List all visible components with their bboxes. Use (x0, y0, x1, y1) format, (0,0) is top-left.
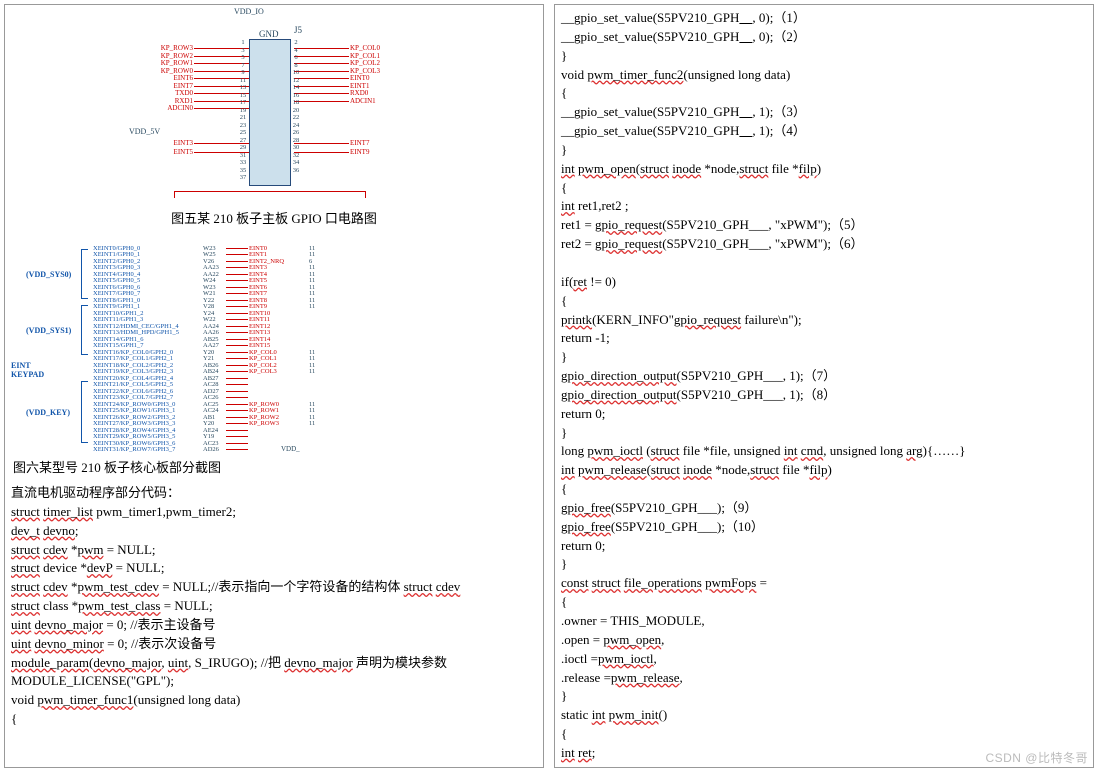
right-code-line-16: printk(KERN_INFO"gpio_request failure\n"… (561, 311, 1087, 330)
pin-right-adcin1: ADCIN1 (294, 98, 377, 105)
left-code-line-6: uint devno_major = 0; //表示主设备号 (11, 616, 537, 635)
right-code-line-27: gpio_free(S5PV210_GPH___);（10） (561, 518, 1087, 537)
left-code-line-11: { (11, 710, 537, 729)
watermark: CSDN @比特冬哥 (985, 749, 1088, 766)
right-code-line-15: { (561, 292, 1087, 311)
bracket-vdd_key: (VDD_KEY) (81, 381, 88, 443)
right-code-line-33: .open = pwm_open, (561, 631, 1087, 650)
schematic-2: EINTKEYPAD VDD_ (VDD_SYS0)(VDD_SYS1)(VDD… (71, 233, 491, 453)
right-code-line-14: if(ret != 0) (561, 273, 1087, 292)
right-code-line-35: .release =pwm_release, (561, 669, 1087, 688)
arrow-bar (174, 191, 366, 198)
pin-left-kp_row1: KP_ROW1 (160, 60, 249, 67)
bracket-vdd_sys1: (VDD_SYS1) (81, 305, 88, 355)
right-code-line-9: { (561, 179, 1087, 198)
label-vdd-5v: VDD_5V (129, 127, 160, 136)
right-code-line-25: { (561, 480, 1087, 499)
right-code-line-24: int pwm_release(struct inode *node,struc… (561, 461, 1087, 480)
right-code-line-26: gpio_free(S5PV210_GPH___);（9） (561, 499, 1087, 518)
pin-right-eint9: EINT9 (294, 149, 370, 156)
right-code-line-18: } (561, 348, 1087, 367)
right-code-line-22: } (561, 424, 1087, 443)
right-code-line-38: { (561, 725, 1087, 744)
right-code-line-29: } (561, 555, 1087, 574)
right-code-line-2: } (561, 47, 1087, 66)
right-code-block: __gpio_set_value(S5PV210_GPH , 0);（1） __… (561, 9, 1087, 763)
right-code-line-13 (561, 254, 1087, 273)
label-gnd: GND (259, 29, 279, 39)
right-code-line-4: { (561, 84, 1087, 103)
caption-fig6: 图六某型号 210 板子核心板部分截图 (13, 457, 537, 476)
left-code-line-3: struct device *devP = NULL; (11, 559, 537, 578)
left-code-line-1: dev_t devno; (11, 522, 537, 541)
right-code-line-0: __gpio_set_value(S5PV210_GPH , 0);（1） (561, 9, 1087, 28)
left-code-line-8: module_param(devno_major, uint, S_IRUGO)… (11, 654, 537, 673)
pin-right-eint0: EINT0 (294, 75, 370, 82)
left-column: VDD_IO GND J5 VDD_5V KP_ROW3KP_ROW2KP_RO… (4, 4, 544, 768)
right-code-line-37: static int pwm_init() (561, 706, 1087, 725)
left-code-line-7: uint devno_minor = 0; //表示次设备号 (11, 635, 537, 654)
net-row-31: XEINT31/KP_ROW7/GPH3_7AD26 (93, 447, 309, 453)
page-columns: VDD_IO GND J5 VDD_5V KP_ROW3KP_ROW2KP_RO… (4, 4, 1096, 768)
right-code-line-6: __gpio_set_value(S5PV210_GPH , 1);（4） (561, 122, 1087, 141)
label-j5: J5 (294, 25, 302, 35)
right-code-line-3: void pwm_timer_func2(unsigned long data) (561, 66, 1087, 85)
left-code-line-4: struct cdev *pwm_test_cdev = NULL;//表示指向… (11, 578, 537, 597)
pin-right-kp_col0: KP_COL0 (294, 45, 381, 52)
right-code-line-32: .owner = THIS_MODULE, (561, 612, 1087, 631)
right-code-line-21: return 0; (561, 405, 1087, 424)
pin-left-kp_row3: KP_ROW3 (160, 45, 249, 52)
right-code-line-31: { (561, 593, 1087, 612)
right-code-line-28: return 0; (561, 537, 1087, 556)
right-code-line-12: ret2 = gpio_request(S5PV210_GPH___, "xPW… (561, 235, 1087, 254)
pin-right-rxd0: RXD0 (294, 90, 369, 97)
right-code-line-8: int pwm_open(struct inode *node,struct f… (561, 160, 1087, 179)
left-code-line-5: struct class *pwm_test_class = NULL; (11, 597, 537, 616)
right-code-line-30: const struct file_operations pwmFops = (561, 574, 1087, 593)
bracket-vdd_sys0: (VDD_SYS0) (81, 249, 88, 299)
caption-fig5: 图五某 210 板子主板 GPIO 口电路图 (11, 208, 537, 227)
label-vdd-io: VDD_IO (234, 7, 264, 16)
right-code-line-36: } (561, 687, 1087, 706)
right-code-line-34: .ioctl =pwm_ioctl, (561, 650, 1087, 669)
pin-right-kp_col2: KP_COL2 (294, 60, 381, 67)
left-code-line-10: void pwm_timer_func1(unsigned long data) (11, 691, 537, 710)
right-code-line-17: return -1; (561, 329, 1087, 348)
right-code-line-11: ret1 = gpio_request(S5PV210_GPH___, "xPW… (561, 216, 1087, 235)
schematic-1: VDD_IO GND J5 VDD_5V KP_ROW3KP_ROW2KP_RO… (94, 9, 454, 204)
label-eint-keypad: EINTKEYPAD (11, 361, 44, 379)
right-code-line-10: int ret1,ret2 ; (561, 197, 1087, 216)
left-code-line-0: struct timer_list pwm_timer1,pwm_timer2; (11, 503, 537, 522)
chip-body (249, 39, 291, 186)
right-code-line-7: } (561, 141, 1087, 160)
pin-right-eint7: EINT7 (294, 140, 370, 147)
right-code-line-20: gpio_direction_output(S5PV210_GPH___, 1)… (561, 386, 1087, 405)
right-code-line-5: __gpio_set_value(S5PV210_GPH , 1);（3） (561, 103, 1087, 122)
left-code-line-9: MODULE_LICENSE("GPL"); (11, 672, 537, 691)
right-code-line-1: __gpio_set_value(S5PV210_GPH , 0);（2） (561, 28, 1087, 47)
left-code-block: 直流电机驱动程序部分代码： struct timer_list pwm_time… (11, 484, 537, 729)
left-code-line-2: struct cdev *pwm = NULL; (11, 541, 537, 560)
right-code-line-23: long pwm_ioctl (struct file *file, unsig… (561, 442, 1087, 461)
code-title: 直流电机驱动程序部分代码： (11, 484, 537, 503)
right-code-line-19: gpio_direction_output(S5PV210_GPH___, 1)… (561, 367, 1087, 386)
right-column: __gpio_set_value(S5PV210_GPH , 0);（1） __… (554, 4, 1094, 768)
